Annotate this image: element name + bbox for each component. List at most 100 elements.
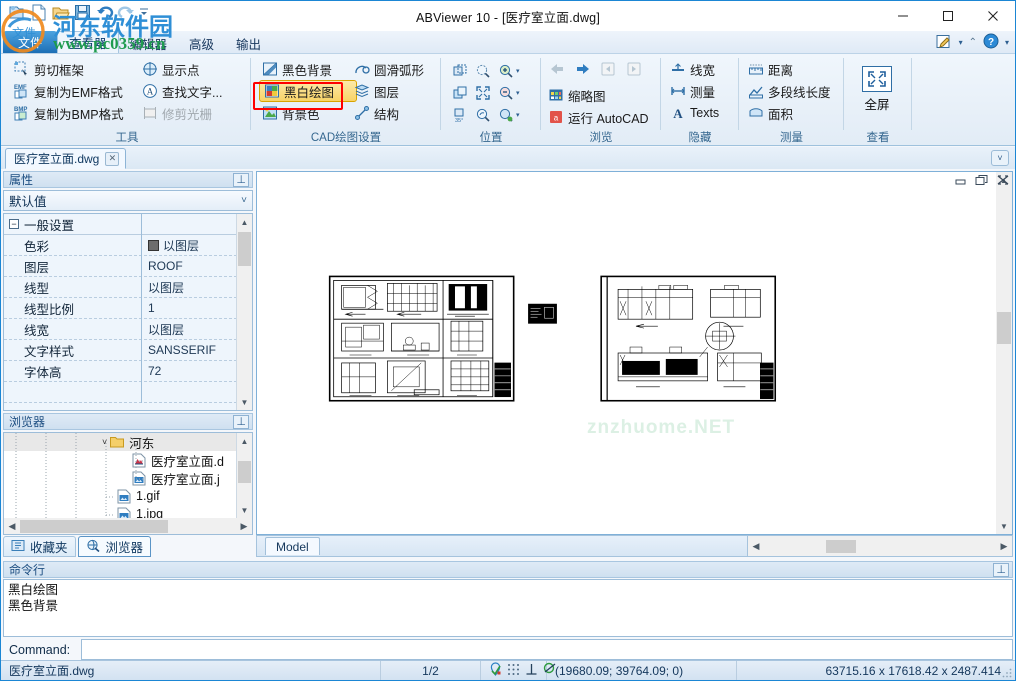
close-button[interactable] [970,1,1015,31]
ribbon-item-back[interactable] [545,58,567,80]
edit-style-dropdown-icon[interactable]: ▾ [959,38,963,47]
scrollbar-thumb[interactable] [20,519,168,533]
canvas-hscrollbar[interactable]: ◀ ▶ [747,535,1013,557]
scroll-down-icon[interactable]: ▼ [237,502,252,518]
property-row[interactable]: 文字样式 SANSSERIF [4,339,252,361]
ribbon-tab-editor[interactable]: 编辑器 [119,33,179,53]
ribbon-tab-output[interactable]: 输出 [225,33,272,53]
ribbon-item-zoom-select[interactable]: ▾ [495,104,523,126]
tree-item-file[interactable]: 1.gif [4,487,236,505]
tree-item-file[interactable]: 1.jpg [4,505,236,518]
ribbon-tab-advanced[interactable]: 高级 [178,33,225,53]
ribbon-item-next-page[interactable] [623,58,645,80]
minimize-ribbon-icon[interactable]: ⌃ [969,37,977,48]
scroll-left-icon[interactable]: ◀ [748,541,764,552]
scroll-right-icon[interactable]: ▶ [996,541,1012,552]
model-tab[interactable]: Model [265,537,320,555]
ribbon-item-structure[interactable]: 结构 [351,102,427,124]
ribbon-item-zoom-out[interactable]: ▾ [495,82,523,104]
panel-tab-favorites[interactable]: 收藏夹 [3,536,76,557]
properties-group-header[interactable]: − 一般设置 [4,214,252,235]
document-tab[interactable]: 医疗室立面.dwg ✕ [5,148,127,169]
ribbon-item-lineweight[interactable]: 线宽 [667,58,722,80]
maximize-button[interactable] [925,1,970,31]
ribbon-item-smooth-arcs[interactable]: 圆滑弧形 [351,58,427,80]
ribbon-item-polyline-length[interactable]: 多段线长度 [745,80,834,102]
customize-qat-icon[interactable] [139,3,149,22]
scroll-down-icon[interactable]: ▼ [996,518,1012,534]
ribbon-item-hide-measure[interactable]: 测量 [667,80,722,102]
grid-icon[interactable] [507,663,520,679]
app-menu-icon[interactable] [7,3,26,22]
command-input[interactable] [81,639,1013,660]
scroll-up-icon[interactable]: ▲ [237,214,252,230]
help-dropdown-icon[interactable]: ▾ [1005,38,1009,47]
tree-item-folder[interactable]: ˅ 河东 [4,433,236,451]
scroll-right-icon[interactable]: ▶ [236,521,252,532]
document-tab-close-icon[interactable]: ✕ [105,151,120,166]
ribbon-item-forward[interactable] [571,58,593,80]
tree-item-file[interactable]: 医疗室立面.j [4,469,236,487]
pin-icon[interactable]: ⊥ [233,414,249,429]
ribbon-item-distance[interactable]: 距离 [745,58,834,80]
scrollbar-thumb[interactable] [238,461,251,483]
scroll-up-icon[interactable]: ▲ [237,433,252,449]
property-value-cell[interactable]: 以图层 [142,237,199,254]
save-icon[interactable] [73,3,92,22]
ribbon-item-black-background[interactable]: 黑色背景 [259,58,357,80]
help-icon[interactable]: ? [983,33,999,52]
properties-selector[interactable]: 默认值 ˅ [3,190,253,211]
scroll-down-icon[interactable]: ▼ [237,394,252,410]
ribbon-item-monochrome-drawing[interactable]: 黑白绘图 [259,80,357,102]
ribbon-item-pan[interactable] [449,82,471,104]
open-icon[interactable] [51,3,70,22]
browser-tree[interactable]: ˅ 河东 医疗室立面.d 医疗室立面.j 1.gif 1.jpg ▲ ▼ ◀ ▶ [3,432,253,535]
canvas-vscrollbar[interactable]: ▲ ▼ [996,172,1012,534]
resize-grip-icon[interactable] [1001,667,1013,679]
edit-style-icon[interactable] [936,34,953,52]
scrollbar-thumb[interactable] [997,312,1011,344]
ortho-icon[interactable] [525,663,538,679]
chevron-down-icon[interactable]: ˅ [241,195,247,206]
ribbon-item-find-text[interactable]: A 查找文字... [139,80,225,102]
undo-icon[interactable] [95,3,114,22]
ribbon-item-zoom-window[interactable] [472,60,494,82]
property-row[interactable]: 线型 以图层 [4,276,252,298]
ribbon-item-trim-raster[interactable]: 修剪光栅 [139,102,225,124]
browser-vscrollbar[interactable]: ▲ ▼ [236,433,252,518]
property-row[interactable]: 字体高 72 [4,360,252,382]
property-row[interactable]: 图层 ROOF [4,255,252,277]
pin-icon[interactable]: ⊥ [993,562,1009,577]
ribbon-item-thumbnails[interactable]: 缩略图 [545,84,652,106]
ribbon-item-texts[interactable]: A Texts [667,102,722,124]
ribbon-item-crop-frame[interactable]: 剪切框架 [11,58,127,80]
scroll-left-icon[interactable]: ◀ [4,521,20,532]
properties-scrollbar[interactable]: ▲ ▼ [236,214,252,410]
property-row[interactable]: 线宽 以图层 [4,318,252,340]
ribbon-item-copy-emf[interactable]: EMF 复制为EMF格式 [11,80,127,102]
mdi-close-icon[interactable] [996,174,1010,189]
browser-hscrollbar[interactable]: ◀ ▶ [4,518,252,534]
mdi-restore-icon[interactable] [975,174,989,189]
scrollbar-thumb[interactable] [238,232,251,266]
ribbon-item-pan-previous[interactable] [449,60,471,82]
ribbon-item-area[interactable]: 面积 [745,102,834,124]
ribbon-item-zoom-realtime[interactable] [472,104,494,126]
expander-icon[interactable]: − [9,219,19,229]
ribbon-item-background-color[interactable]: 背景色 [259,102,357,124]
ribbon-item-layers[interactable]: 图层 [351,80,427,102]
pin-icon[interactable]: ⊥ [233,172,249,187]
drawing-canvas[interactable]: znzhuome.NET ▲ ▼ [256,171,1013,535]
ribbon-item-zoom-in[interactable]: ▾ [495,60,523,82]
ribbon-item-copy-bmp[interactable]: BMP 复制为BMP格式 [11,102,127,124]
fullscreen-button[interactable]: 全屏 [849,66,905,113]
mdi-minimize-icon[interactable] [954,174,968,189]
ribbon-tab-file[interactable]: 文件 [3,31,57,53]
scrollbar-thumb[interactable] [826,539,856,553]
minimize-button[interactable] [880,1,925,31]
ribbon-tab-viewer[interactable]: 查看器 [57,31,119,53]
dropdown-arrow-icon[interactable]: ▾ [516,111,520,119]
ribbon-item-rotate-35[interactable]: 35° [449,104,471,126]
ribbon-item-zoom-fit[interactable] [472,82,494,104]
osnap-icon[interactable] [489,662,502,679]
